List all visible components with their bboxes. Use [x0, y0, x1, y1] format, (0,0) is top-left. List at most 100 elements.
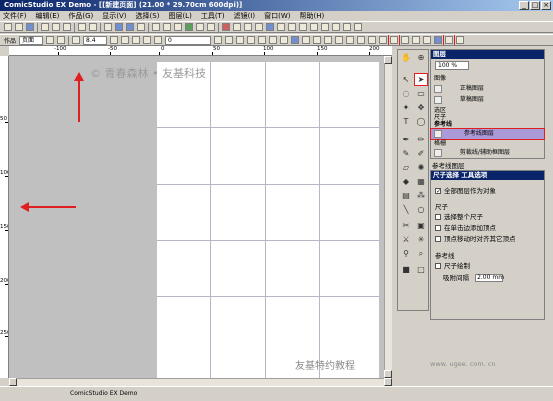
- page-icon[interactable]: [196, 23, 204, 31]
- open-file-icon[interactable]: [15, 23, 23, 31]
- eraser-tool-icon[interactable]: ▱: [400, 162, 412, 173]
- save-icon[interactable]: [26, 23, 34, 31]
- pattern-brush-icon[interactable]: ⁂: [415, 190, 427, 201]
- print-icon[interactable]: [104, 23, 112, 31]
- horizontal-scrollbar[interactable]: [9, 378, 392, 386]
- ruler-link-icon[interactable]: [401, 36, 410, 44]
- rotate-icon[interactable]: [152, 23, 160, 31]
- ruler-grid-icon[interactable]: [434, 36, 443, 44]
- flip-icon[interactable]: [163, 23, 171, 31]
- all-layers-option[interactable]: 全部图层作为对象: [435, 185, 496, 195]
- story-icon[interactable]: [207, 23, 215, 31]
- brush-icon[interactable]: ✐: [415, 148, 427, 159]
- menu-select[interactable]: 选择(S): [136, 11, 160, 21]
- scroll-down-icon[interactable]: [384, 370, 392, 378]
- marker-icon[interactable]: ✎: [400, 148, 412, 159]
- zoom-out-icon[interactable]: [126, 23, 134, 31]
- zoom-in-icon[interactable]: [115, 23, 123, 31]
- knife-icon[interactable]: ⚔: [400, 234, 412, 245]
- ruler-edit-icon[interactable]: [388, 35, 401, 45]
- layer-group-image[interactable]: 图像: [431, 74, 544, 84]
- horizontal-ruler[interactable]: -100 -50 0 50 100 150 200: [9, 46, 392, 56]
- ruler-tool-icon[interactable]: ✂: [400, 220, 412, 231]
- fill-icon[interactable]: ◆: [400, 176, 412, 187]
- pressure-icon[interactable]: [143, 36, 152, 44]
- cut-icon[interactable]: [41, 23, 49, 31]
- concentric-icon[interactable]: [324, 36, 333, 44]
- color-white-icon[interactable]: [225, 36, 234, 44]
- visibility-eye-icon[interactable]: [434, 148, 442, 157]
- tone-icon[interactable]: [266, 23, 274, 31]
- parallel-icon[interactable]: [335, 36, 344, 44]
- ruler-select-icon[interactable]: ➤: [414, 73, 428, 86]
- menu-layer[interactable]: 图层(L): [168, 11, 191, 21]
- gradient-icon[interactable]: ▤: [400, 190, 412, 201]
- zoom-icon[interactable]: ⊕: [415, 52, 427, 63]
- menu-filter[interactable]: 滤镜(I): [234, 11, 256, 21]
- guide-line-horizontal[interactable]: [157, 240, 379, 241]
- angle-icon[interactable]: [154, 36, 163, 44]
- vanish-icon[interactable]: [357, 36, 366, 44]
- line-width-icon[interactable]: [72, 36, 81, 44]
- layer-tone-icon[interactable]: [368, 36, 377, 44]
- page-next-icon[interactable]: [57, 36, 66, 44]
- guide-line-horizontal[interactable]: [157, 296, 379, 297]
- minimize-button[interactable]: _: [519, 1, 529, 10]
- menu-view[interactable]: 显示(V): [102, 11, 126, 21]
- menu-story[interactable]: 作品(G): [68, 11, 93, 21]
- color-icon[interactable]: [332, 23, 340, 31]
- frame-border-icon[interactable]: [379, 36, 388, 44]
- snap-icon[interactable]: [247, 36, 256, 44]
- marquee-icon[interactable]: ▭: [415, 88, 427, 99]
- focus-tool-icon[interactable]: ✳: [415, 234, 427, 245]
- guide-line-horizontal[interactable]: [157, 127, 379, 128]
- stop-icon[interactable]: [222, 23, 230, 31]
- airbrush-icon[interactable]: ✺: [415, 162, 427, 173]
- guide-line-horizontal[interactable]: [157, 184, 379, 185]
- color-sub-icon[interactable]: □: [415, 264, 427, 275]
- guide-icon[interactable]: [288, 23, 296, 31]
- new-file-icon[interactable]: [4, 23, 12, 31]
- color-main-icon[interactable]: ■: [400, 264, 412, 275]
- visibility-eye-icon[interactable]: [434, 129, 442, 138]
- visibility-eye-icon[interactable]: [434, 84, 442, 93]
- redo-icon[interactable]: [89, 23, 97, 31]
- layer-icon[interactable]: [185, 23, 193, 31]
- page-combo[interactable]: 页面: [19, 35, 44, 45]
- menu-window[interactable]: 窗口(W): [264, 11, 290, 21]
- tone-tool-icon[interactable]: ▦: [415, 176, 427, 187]
- color-black-icon[interactable]: [214, 36, 223, 44]
- guide-ruler-checkbox[interactable]: [435, 263, 441, 269]
- vertical-scrollbar[interactable]: [384, 56, 392, 378]
- hand-icon[interactable]: ✋: [400, 52, 412, 63]
- lasso-icon[interactable]: ◌: [400, 88, 412, 99]
- snap-distance-input[interactable]: 2.00 mm: [475, 274, 504, 282]
- select-all-ruler-checkbox[interactable]: [435, 214, 441, 220]
- correction-icon[interactable]: [132, 36, 141, 44]
- eraser-icon[interactable]: [244, 23, 252, 31]
- search-icon[interactable]: ⌕: [415, 248, 427, 259]
- menu-edit[interactable]: 编辑(E): [36, 11, 60, 21]
- symmetry-icon[interactable]: [302, 36, 311, 44]
- menu-tools[interactable]: 工具(T): [201, 11, 225, 21]
- layer-zoom[interactable]: 100 %: [435, 61, 469, 72]
- text-icon[interactable]: T: [400, 116, 412, 127]
- guide-ruler-option[interactable]: 尺子绘制: [435, 260, 470, 270]
- select-all-ruler-option[interactable]: 选择整个尺子: [435, 211, 483, 221]
- text-icon[interactable]: [255, 23, 263, 31]
- menu-help[interactable]: 帮助(H): [300, 11, 325, 21]
- magic-wand-icon[interactable]: ✦: [400, 102, 412, 113]
- page-prev-icon[interactable]: [46, 36, 55, 44]
- scroll-up-icon[interactable]: [384, 56, 392, 64]
- focus-line-icon[interactable]: [346, 36, 355, 44]
- snap-guide-icon[interactable]: [269, 36, 278, 44]
- snap-point-icon[interactable]: [291, 36, 300, 44]
- maximize-button[interactable]: □: [530, 1, 540, 10]
- align-points-option[interactable]: 顶点移动时对齐其它顶点: [435, 233, 516, 243]
- perspective-icon[interactable]: [313, 36, 322, 44]
- guide-line-vertical[interactable]: [265, 62, 266, 378]
- guide-line-vertical[interactable]: [210, 62, 211, 378]
- layer-row-main[interactable]: 正稿图层: [431, 84, 544, 94]
- curve-icon[interactable]: [121, 36, 130, 44]
- ruler-lock-icon[interactable]: [423, 36, 432, 44]
